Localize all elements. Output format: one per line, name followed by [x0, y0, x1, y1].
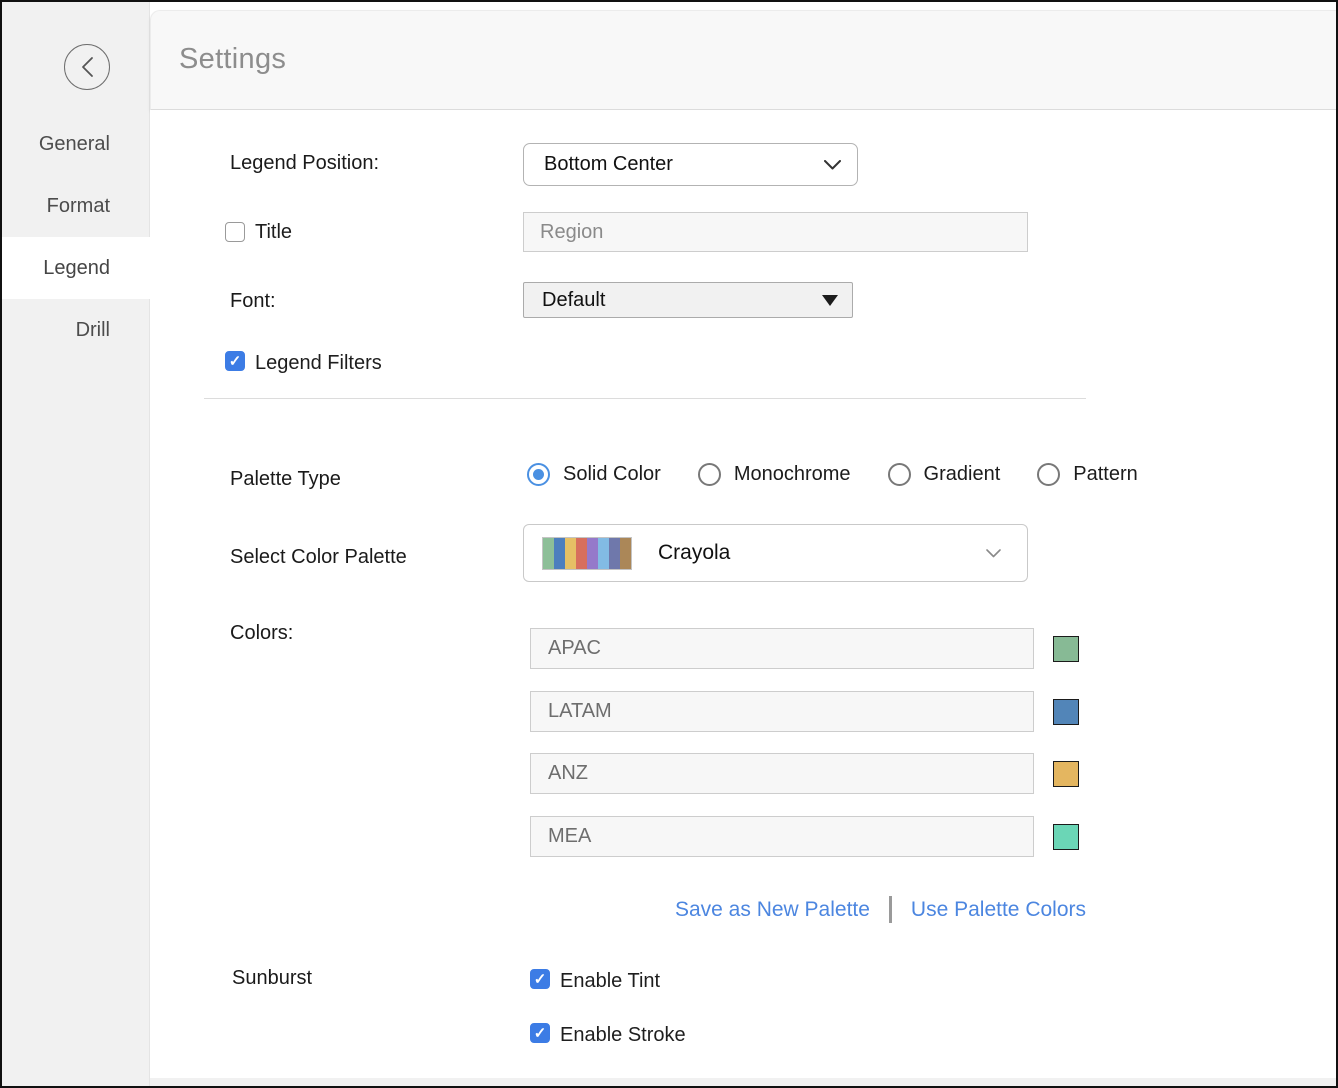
palette-swatch [598, 538, 609, 569]
chevron-down-icon [986, 549, 1001, 558]
color-name-input[interactable]: MEA [530, 816, 1034, 857]
links-divider [889, 896, 892, 923]
legend-position-value: Bottom Center [544, 153, 673, 176]
title-checkbox[interactable]: ✓ [225, 222, 245, 242]
select-color-palette-label: Select Color Palette [230, 546, 407, 569]
sidebar-item-general[interactable]: General [2, 113, 150, 175]
color-swatch-latam[interactable] [1053, 699, 1079, 725]
check-icon: ✓ [229, 354, 242, 369]
radio-gradient[interactable]: Gradient [888, 463, 1001, 486]
color-name-input[interactable]: LATAM [530, 691, 1034, 732]
title-checkbox-label: Title [255, 221, 292, 244]
sidebar-item-legend[interactable]: Legend [2, 237, 150, 299]
color-swatch-apac[interactable] [1053, 636, 1079, 662]
sunburst-label: Sunburst [232, 967, 312, 990]
color-swatch-mea[interactable] [1053, 824, 1079, 850]
legend-filters-label: Legend Filters [255, 352, 382, 375]
palette-swatch [554, 538, 565, 569]
page-title: Settings [179, 43, 286, 76]
enable-tint-label: Enable Tint [560, 970, 660, 993]
palette-type-label: Palette Type [230, 468, 341, 491]
enable-stroke-label: Enable Stroke [560, 1024, 686, 1047]
radio-icon [888, 463, 911, 486]
sidebar: General Format Legend Drill [2, 2, 150, 1086]
bottom-strip [150, 1078, 1336, 1086]
sidebar-nav: General Format Legend Drill [2, 113, 150, 361]
radio-pattern-label: Pattern [1073, 463, 1137, 486]
colors-label: Colors: [230, 622, 293, 645]
palette-swatch [543, 538, 554, 569]
save-as-new-palette-link[interactable]: Save as New Palette [675, 898, 870, 922]
palette-swatch [609, 538, 620, 569]
palette-swatch [576, 538, 587, 569]
palette-name: Crayola [658, 541, 986, 565]
chevron-down-icon [824, 160, 841, 170]
palette-preview-swatches [542, 537, 632, 570]
radio-solid-color[interactable]: Solid Color [527, 463, 661, 486]
palette-type-options: Solid Color Monochrome Gradient Pattern [527, 463, 1138, 486]
legend-position-label: Legend Position: [230, 152, 379, 175]
enable-tint-checkbox[interactable]: ✓ [530, 969, 550, 989]
color-name-input[interactable]: APAC [530, 628, 1034, 669]
check-icon: ✓ [534, 1026, 547, 1041]
back-button[interactable] [64, 44, 110, 90]
radio-icon [1037, 463, 1060, 486]
legend-position-select[interactable]: Bottom Center [523, 143, 858, 186]
use-palette-colors-link[interactable]: Use Palette Colors [911, 898, 1086, 922]
settings-content: Legend Position: Bottom Center ✓ Title F… [150, 110, 1336, 1078]
palette-links: Save as New Palette Use Palette Colors [150, 896, 1086, 923]
settings-header: Settings [150, 10, 1336, 110]
palette-swatch [620, 538, 631, 569]
sidebar-item-drill[interactable]: Drill [2, 299, 150, 361]
sidebar-item-format[interactable]: Format [2, 175, 150, 237]
legend-filters-checkbox[interactable]: ✓ [225, 351, 245, 371]
chevron-left-icon [81, 56, 94, 78]
enable-stroke-checkbox[interactable]: ✓ [530, 1023, 550, 1043]
radio-solid-color-label: Solid Color [563, 463, 661, 486]
section-divider [204, 398, 1086, 399]
settings-window: General Format Legend Drill Settings Leg… [0, 0, 1338, 1088]
radio-pattern[interactable]: Pattern [1037, 463, 1137, 486]
legend-title-input[interactable] [523, 212, 1028, 252]
color-name-input[interactable]: ANZ [530, 753, 1034, 794]
color-palette-select[interactable]: Crayola [523, 524, 1028, 582]
font-label: Font: [230, 290, 276, 313]
radio-gradient-label: Gradient [924, 463, 1001, 486]
palette-swatch [587, 538, 598, 569]
font-value: Default [542, 289, 605, 312]
radio-icon [527, 463, 550, 486]
radio-monochrome[interactable]: Monochrome [698, 463, 851, 486]
color-swatch-anz[interactable] [1053, 761, 1079, 787]
check-icon: ✓ [534, 972, 547, 987]
radio-icon [698, 463, 721, 486]
caret-down-icon [822, 295, 838, 306]
radio-monochrome-label: Monochrome [734, 463, 851, 486]
palette-swatch [565, 538, 576, 569]
font-select[interactable]: Default [523, 282, 853, 318]
